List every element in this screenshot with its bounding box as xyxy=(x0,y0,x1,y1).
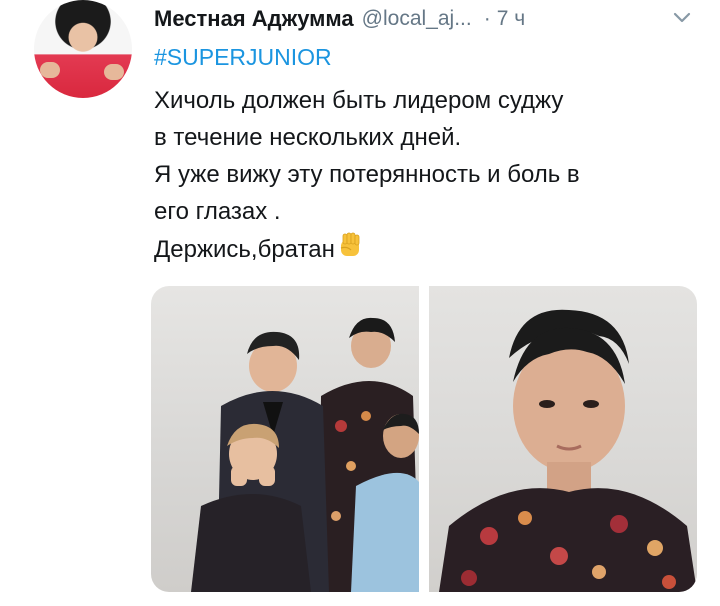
tweet-text-line: Держись,братан xyxy=(154,236,335,263)
hashtag-link[interactable]: #SUPERJUNIOR xyxy=(154,44,332,71)
separator-dot: · xyxy=(483,7,491,30)
avatar-hand-right xyxy=(104,64,124,80)
user-handle[interactable]: @local_aj... xyxy=(362,7,472,31)
tweet-text-line: Хичоль должен быть лидером суджу xyxy=(154,87,564,114)
timestamp[interactable]: 7 ч xyxy=(497,7,525,31)
tweet-media xyxy=(151,286,697,592)
chevron-down-icon[interactable] xyxy=(668,4,696,32)
tweet-text-line: его глазах . xyxy=(154,198,281,225)
tweet-header: Местная Аджумма @local_aj... · 7 ч xyxy=(154,4,700,34)
tweet-text-line-last: Держись,братан xyxy=(154,230,694,271)
display-name[interactable]: Местная Аджумма xyxy=(154,6,354,32)
tweet-text: Хичоль должен быть лидером суджу в течен… xyxy=(154,82,694,271)
tweet-text-line: в течение нескольких дней. xyxy=(154,124,462,151)
tweet-text-line: Я уже вижу эту потерянность и боль в xyxy=(154,161,580,188)
closeup-photo[interactable] xyxy=(429,286,697,592)
avatar[interactable] xyxy=(34,0,132,98)
group-photo[interactable] xyxy=(151,286,419,592)
avatar-hand-left xyxy=(40,62,60,78)
raised-fist-emoji-icon xyxy=(335,230,365,271)
